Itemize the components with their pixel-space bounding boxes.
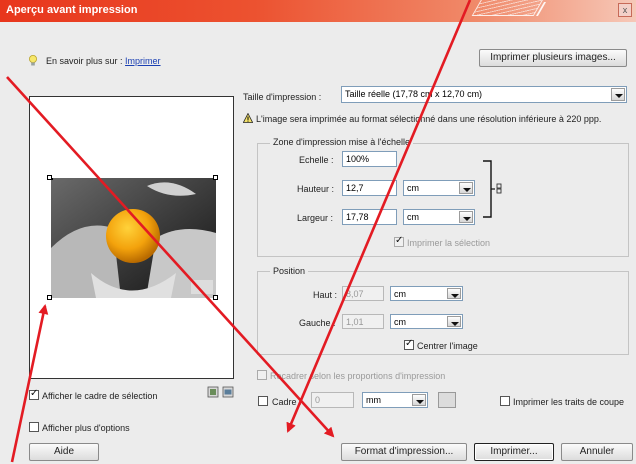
cancel-button[interactable]: Annuler [561,443,633,461]
position-title: Position [270,266,309,276]
scale-label: Echelle : [299,155,334,165]
link-bracket-icon [481,160,505,218]
print-size-value: Taille réelle (17,78 cm x 12,70 cm) [345,89,483,99]
left-unit-value: cm [394,317,406,327]
scaled-print-area-title: Zone d'impression mise à l'échelle [270,137,413,147]
height-label: Hauteur : [297,184,335,194]
bounding-handle-tl[interactable] [47,175,52,180]
warning-icon [242,112,254,123]
top-unit-select[interactable]: cm [390,286,463,301]
learn-more-label: En savoir plus sur : Imprimer [46,56,161,66]
crop-to-ratio-label: Recadrer selon les proportions d'impress… [270,371,446,381]
top-input[interactable]: 8,07 [342,286,384,301]
orientation-landscape-icon[interactable] [222,386,234,398]
print-button[interactable]: Imprimer... [474,443,554,461]
chevron-down-icon [412,394,426,406]
show-more-options-label: Afficher plus d'options [42,423,130,433]
print-multiple-images-button[interactable]: Imprimer plusieurs images... [479,49,627,67]
chevron-down-icon [611,88,625,101]
close-button[interactable]: x [618,3,632,17]
border-checkbox[interactable] [258,396,268,406]
help-button[interactable]: Aide [29,443,99,461]
height-input[interactable]: 12,7 [342,180,397,196]
resolution-warning-text: L'image sera imprimée au format sélectio… [256,114,602,124]
bounding-handle-bl[interactable] [47,295,52,300]
left-unit-select[interactable]: cm [390,314,463,329]
page-setup-button[interactable]: Format d'impression... [341,443,467,461]
preview-image [51,178,216,298]
bounding-handle-tr[interactable] [213,175,218,180]
width-input[interactable]: 17,78 [342,209,397,225]
border-unit-value: mm [366,395,381,405]
show-more-options-checkbox[interactable] [29,422,39,432]
width-unit-select[interactable]: cm [403,209,475,225]
crop-to-ratio-checkbox[interactable] [257,370,267,380]
print-selection-label: Imprimer la sélection [407,238,491,248]
print-help-link[interactable]: Imprimer [125,56,161,66]
height-unit-select[interactable]: cm [403,180,475,196]
crop-marks-label: Imprimer les traits de coupe [513,397,625,407]
bounding-handle-br[interactable] [213,295,218,300]
lightbulb-icon [28,55,38,67]
center-image-label: Centrer l'image [417,341,478,351]
top-unit-value: cm [394,289,406,299]
chevron-down-icon [447,288,461,299]
chevron-down-icon [459,182,473,194]
height-unit-value: cm [407,183,419,193]
left-input[interactable]: 1,01 [342,314,384,329]
print-selection-checkbox[interactable] [394,235,404,247]
learn-more-prefix: En savoir plus sur : [46,56,123,66]
width-unit-value: cm [407,212,419,222]
border-label: Cadre : [272,397,302,407]
center-image-checkbox[interactable] [404,338,414,350]
border-input[interactable]: 0 [311,392,354,408]
chevron-down-icon [447,316,461,327]
border-unit-select[interactable]: mm [362,392,428,408]
orientation-portrait-icon[interactable] [207,386,219,398]
border-color-swatch[interactable] [438,392,456,408]
top-label: Haut : [313,290,338,300]
crop-marks-checkbox[interactable] [500,396,510,406]
print-size-select[interactable]: Taille réelle (17,78 cm x 12,70 cm) [341,86,627,103]
chevron-down-icon [459,211,473,223]
window-title: Aperçu avant impression [6,4,138,16]
show-bounding-box-checkbox[interactable] [29,388,39,400]
left-label: Gauche : [299,318,336,328]
show-bounding-box-label: Afficher le cadre de sélection [42,391,158,401]
width-label: Largeur : [297,213,334,223]
scale-input[interactable]: 100% [342,151,397,167]
print-size-label: Taille d'impression : [243,92,322,102]
